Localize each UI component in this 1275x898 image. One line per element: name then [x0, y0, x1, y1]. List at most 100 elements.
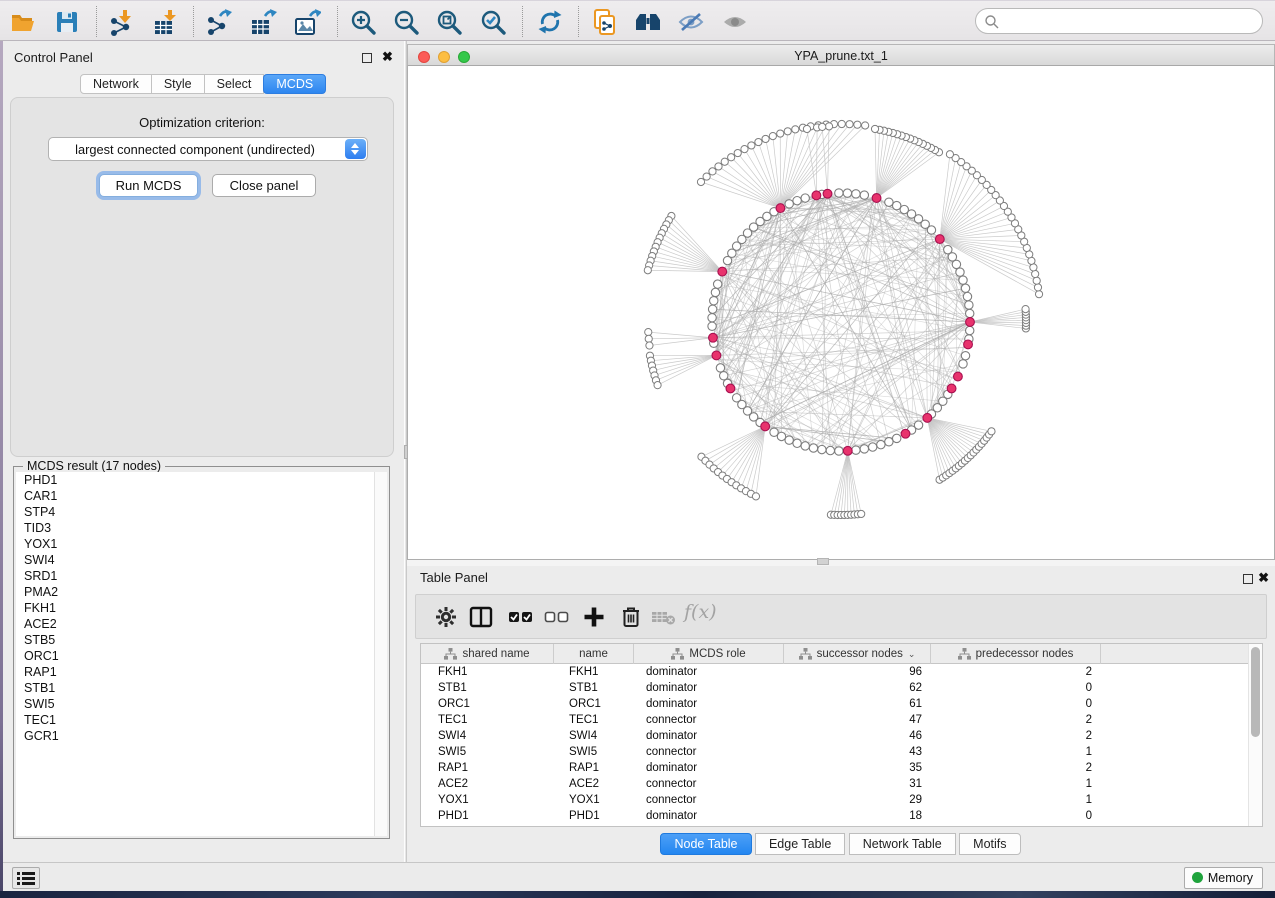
table-cell: 18 [784, 808, 931, 824]
close-panel-button[interactable]: Close panel [212, 174, 316, 197]
deselect-all-icon[interactable] [542, 603, 572, 633]
table-cell: connector [634, 776, 784, 792]
table-row[interactable]: TEC1TEC1connector472 [421, 712, 1249, 728]
optimization-criterion-label: Optimization criterion: [11, 115, 393, 130]
mcds-result-item[interactable]: PHD1 [16, 472, 376, 488]
mcds-result-item[interactable]: TEC1 [16, 712, 376, 728]
table-settings-gear-icon[interactable] [431, 603, 461, 633]
tab-edge-table[interactable]: Edge Table [755, 833, 845, 855]
column-header-shared-name[interactable]: shared name [421, 644, 554, 664]
mcds-result-item[interactable]: STB1 [16, 680, 376, 696]
mcds-result-item[interactable]: SWI4 [16, 552, 376, 568]
tab-node-table[interactable]: Node Table [660, 833, 751, 855]
float-panel-icon[interactable] [362, 53, 372, 63]
table-row[interactable]: ACE2ACE2connector311 [421, 776, 1249, 792]
mcds-result-item[interactable]: YOX1 [16, 536, 376, 552]
control-panel-title: Control Panel [14, 50, 93, 65]
mcds-result-item[interactable]: PMA2 [16, 584, 376, 600]
run-mcds-button[interactable]: Run MCDS [99, 174, 198, 197]
mcds-result-list[interactable]: PHD1CAR1STP4TID3YOX1SWI4SRD1PMA2FKH1ACE2… [16, 472, 376, 836]
column-header-MCDS-role[interactable]: MCDS role [634, 644, 784, 664]
node-table: shared namenameMCDS rolesuccessor nodes⌄… [420, 643, 1263, 827]
first-neighbors-icon[interactable] [633, 7, 663, 37]
show-columns-icon[interactable] [466, 603, 496, 633]
select-all-icon[interactable] [506, 603, 536, 633]
zoom-in-icon[interactable] [348, 7, 378, 37]
float-table-panel-icon[interactable] [1243, 574, 1253, 584]
table-cell: dominator [634, 696, 784, 712]
mcds-result-item[interactable]: GCR1 [16, 728, 376, 744]
show-panels-menu-button[interactable] [12, 867, 40, 889]
mcds-result-item[interactable]: SWI5 [16, 696, 376, 712]
table-body[interactable]: FKH1FKH1dominator962STB1STB1dominator620… [421, 664, 1249, 826]
import-network-icon[interactable] [106, 7, 136, 37]
tab-network-table[interactable]: Network Table [849, 833, 956, 855]
table-row[interactable]: PHD1PHD1dominator180 [421, 808, 1249, 824]
tab-mcds[interactable]: MCDS [263, 74, 326, 94]
network-window-titlebar[interactable]: YPA_prune.txt_1 [407, 44, 1275, 66]
table-cell: ORC1 [554, 696, 634, 712]
delete-column-trash-icon[interactable] [616, 603, 646, 633]
mcds-list-scrollbar[interactable] [374, 472, 387, 836]
function-builder-icon[interactable]: f(x) [684, 601, 717, 623]
mcds-result-item[interactable]: CAR1 [16, 488, 376, 504]
zoom-out-icon[interactable] [391, 7, 421, 37]
table-cell: RAP1 [554, 760, 634, 776]
new-network-from-selection-icon[interactable] [590, 7, 620, 37]
table-scrollbar[interactable] [1248, 644, 1262, 826]
delete-table-icon[interactable] [649, 603, 679, 633]
apply-layout-icon[interactable] [535, 7, 565, 37]
column-header-predecessor-nodes[interactable]: predecessor nodes [931, 644, 1101, 664]
table-row[interactable]: STB1STB1dominator620 [421, 680, 1249, 696]
tab-select[interactable]: Select [204, 74, 265, 94]
table-cell: PHD1 [554, 808, 634, 824]
export-image-icon[interactable] [292, 7, 322, 37]
mcds-result-item[interactable]: FKH1 [16, 600, 376, 616]
table-row[interactable]: YOX1YOX1connector291 [421, 792, 1249, 808]
table-cell: 2 [931, 712, 1101, 728]
mcds-result-item[interactable]: RAP1 [16, 664, 376, 680]
table-cell: 35 [784, 760, 931, 776]
close-table-panel-icon[interactable]: ✖ [1258, 570, 1269, 586]
table-row[interactable]: SWI5SWI5connector431 [421, 744, 1249, 760]
table-scrollbar-thumb[interactable] [1251, 647, 1260, 737]
network-canvas[interactable] [407, 66, 1275, 560]
table-panel: Table Panel ✖ f(x) [407, 566, 1275, 862]
export-table-icon[interactable] [248, 7, 278, 37]
add-column-icon[interactable] [579, 603, 609, 633]
zoom-fit-icon[interactable] [434, 7, 464, 37]
save-session-icon[interactable] [52, 7, 82, 37]
mcds-options-box: Optimization criterion: largest connecte… [10, 97, 394, 457]
table-cell: SWI5 [421, 744, 554, 760]
mcds-result-item[interactable]: STP4 [16, 504, 376, 520]
column-header-successor-nodes[interactable]: successor nodes⌄ [784, 644, 931, 664]
table-row[interactable]: ORC1ORC1dominator610 [421, 696, 1249, 712]
mcds-result-item[interactable]: ORC1 [16, 648, 376, 664]
table-row[interactable]: SWI4SWI4dominator462 [421, 728, 1249, 744]
hide-selected-icon[interactable] [676, 7, 706, 37]
search-input[interactable] [1004, 11, 1254, 31]
column-header-name[interactable]: name [554, 644, 634, 664]
open-session-icon[interactable] [8, 7, 38, 37]
search-box[interactable] [975, 8, 1263, 34]
network-graph[interactable] [408, 66, 1274, 558]
splitter-grip[interactable] [817, 558, 829, 565]
tab-network[interactable]: Network [80, 74, 152, 94]
import-table-icon[interactable] [150, 7, 180, 37]
mcds-result-title: MCDS result (17 nodes) [23, 459, 165, 473]
export-network-icon[interactable] [204, 7, 234, 37]
tab-motifs[interactable]: Motifs [959, 833, 1020, 855]
table-cell: FKH1 [554, 664, 634, 680]
table-row[interactable]: FKH1FKH1dominator962 [421, 664, 1249, 680]
close-panel-icon[interactable]: ✖ [382, 49, 393, 65]
memory-button[interactable]: Memory [1184, 867, 1263, 889]
criterion-dropdown[interactable]: largest connected component (undirected) [48, 137, 368, 161]
mcds-result-item[interactable]: SRD1 [16, 568, 376, 584]
show-all-icon[interactable] [720, 7, 750, 37]
table-row[interactable]: RAP1RAP1dominator352 [421, 760, 1249, 776]
mcds-result-item[interactable]: STB5 [16, 632, 376, 648]
tab-style[interactable]: Style [151, 74, 205, 94]
mcds-result-item[interactable]: ACE2 [16, 616, 376, 632]
mcds-result-item[interactable]: TID3 [16, 520, 376, 536]
zoom-selected-icon[interactable] [478, 7, 508, 37]
